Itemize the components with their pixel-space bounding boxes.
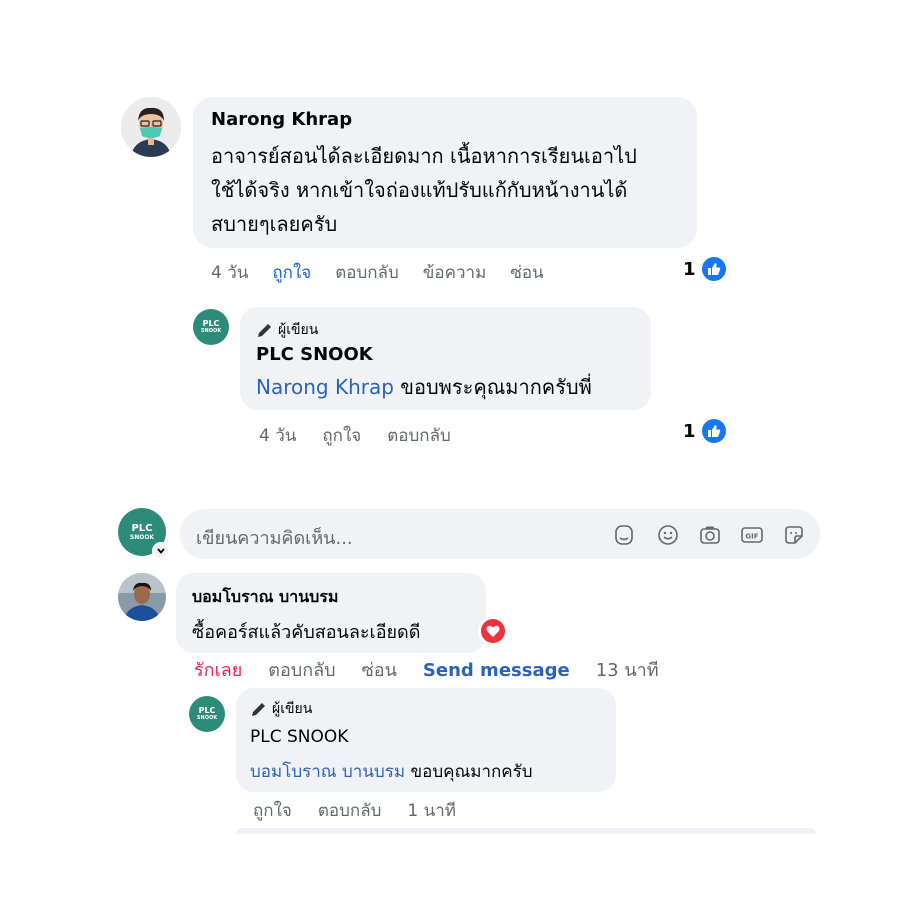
comment-author[interactable]: Narong Khrap [211,109,352,130]
reply-actions: ถูกใจ ตอบกลับ 1 นาที [253,797,482,824]
avatar-plc-snook[interactable]: PLC SNOOK [189,696,225,732]
mention-link[interactable]: Narong Khrap [256,375,394,399]
comment-text-line: ใช้ได้จริง หากเข้าใจถ่องแท้ปรับแก้กับหน้… [211,178,628,202]
chevron-down-icon[interactable] [152,542,170,560]
author-badge-label: ผู้เขียน [278,322,319,338]
comment-time: 13 นาที [595,660,659,681]
next-reply-bubble-edge [236,828,816,834]
reply-time: 1 นาที [407,801,456,821]
composer-avatar[interactable]: PLC SNOOK [118,508,170,560]
comment-text-line: อาจารย์สอนได้ละเอียดมาก เนื้อหาการเรียนเ… [211,144,637,168]
send-message-button[interactable]: Send message [423,660,570,681]
reply-text: บอมโบราณ บานบรม ขอบคุณมากครับ [250,758,533,785]
like-button[interactable]: ถูกใจ [272,259,311,286]
reply-bubble: ผู้เขียน PLC SNOOK บอมโบราณ บานบรม ขอบคุ… [236,688,616,792]
sticker-icon[interactable] [782,523,806,547]
comment-actions: 4 วัน ถูกใจ ตอบกลับ ข้อความ ซ่อน [211,259,570,286]
comment-actions: รักเลย ตอบกลับ ซ่อน Send message 13 นาที [194,655,685,684]
memoji-avatar-icon [121,97,181,157]
avatar-sticker-icon[interactable] [612,523,636,547]
composer-placeholder: เขียนความคิดเห็น... [196,528,353,549]
user-photo-icon [118,573,166,621]
hide-button[interactable]: ซ่อน [362,655,397,684]
pencil-icon [252,703,265,716]
avatar-plc-text: SNOOK [200,328,222,334]
reply-button[interactable]: ตอบกลับ [335,259,399,286]
reply-button[interactable]: ตอบกลับ [387,422,451,449]
camera-icon[interactable] [698,523,722,547]
svg-text:GIF: GIF [745,533,758,541]
avatar-plc-text: SNOOK [129,533,155,541]
emoji-icon[interactable] [656,523,680,547]
avatar-plc-snook[interactable]: PLC SNOOK [193,309,229,345]
mention-link[interactable]: บอมโบราณ บานบรม [250,762,405,782]
message-button[interactable]: ข้อความ [423,259,487,286]
comment-bubble: บอมโบราณ บานบรม ซื้อคอร์สแล้วคับสอนละเอี… [176,573,486,653]
comment-bubble: Narong Khrap อาจารย์สอนได้ละเอียดมาก เนื… [193,97,697,248]
reply-text: Narong Khrap ขอบพระคุณมากครับพี่ [256,370,592,404]
comment-author[interactable]: บอมโบราณ บานบรม [192,585,338,610]
reply-message: ขอบพระคุณมากครับพี่ [393,375,592,399]
love-button[interactable]: รักเลย [194,655,242,684]
reply-bubble: ผู้เขียน PLC SNOOK Narong Khrap ขอบพระคุ… [240,307,651,410]
comment-text-line: สบายๆเลยครับ [211,212,338,236]
like-button[interactable]: ถูกใจ [253,797,292,824]
reaction-count-number: 1 [683,258,696,280]
avatar-plc-text: PLC [131,522,153,534]
reaction-count-number: 1 [683,420,696,442]
pencil-icon [258,324,271,337]
reply-button[interactable]: ตอบกลับ [268,655,335,684]
gif-icon[interactable]: GIF [740,523,764,547]
reply-author[interactable]: PLC SNOOK [256,344,373,365]
reply-message: ขอบคุณมากครับ [405,762,533,782]
reply-author[interactable]: PLC SNOOK [250,727,348,747]
reaction-count[interactable]: 1 [683,417,728,445]
comment-time: 4 วัน [211,263,249,283]
thumbs-up-icon [699,417,728,445]
reply-actions: 4 วัน ถูกใจ ตอบกลับ [259,422,477,449]
avatar-plc-text: SNOOK [196,715,218,721]
author-badge: ผู้เขียน [256,319,318,341]
hide-button[interactable]: ซ่อน [510,259,543,286]
avatar-narong-khrap[interactable] [121,97,181,157]
author-badge: ผู้เขียน [250,698,312,720]
avatar-plc-text: PLC [198,706,216,715]
reaction-count[interactable]: 1 [683,255,728,283]
author-badge-label: ผู้เขียน [272,701,313,717]
reply-time: 4 วัน [259,426,297,446]
reply-button[interactable]: ตอบกลับ [318,797,382,824]
avatar-plc-text: PLC [202,319,220,328]
avatar-bom-boran[interactable] [118,573,166,621]
comment-composer[interactable]: เขียนความคิดเห็น... GIF [180,509,820,559]
like-button[interactable]: ถูกใจ [322,422,361,449]
comment-text: ซื้อคอร์สแล้วคับสอนละเอียดดี [192,622,421,643]
love-reaction-icon[interactable] [478,616,508,646]
thumbs-up-icon [699,255,728,283]
